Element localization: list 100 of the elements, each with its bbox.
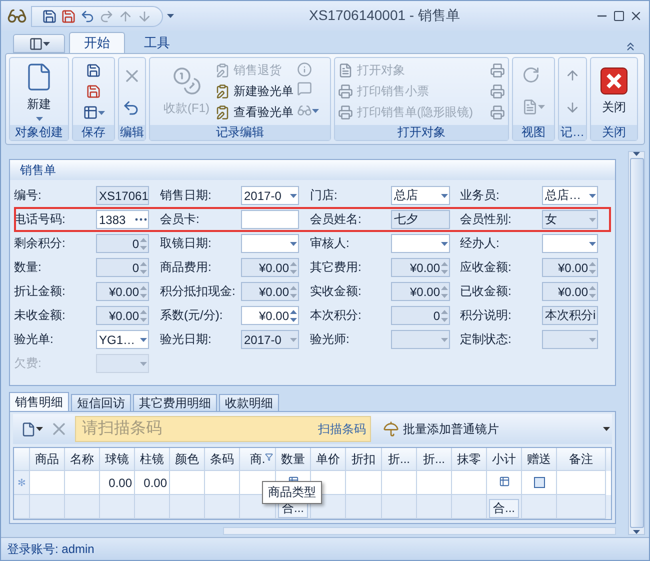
input-field[interactable]: ¥0.00	[542, 282, 598, 301]
ribbon-tab[interactable]: 开始	[69, 32, 125, 53]
caret-icon	[312, 108, 318, 112]
scan-label[interactable]: 扫描条码	[318, 420, 366, 438]
input-field[interactable]: 本次积分i	[542, 306, 598, 325]
document-icon	[21, 422, 36, 437]
dropdown-field[interactable]: 2017-0	[241, 330, 299, 349]
footer-cell	[65, 495, 100, 520]
caret-icon	[42, 42, 50, 46]
field-label: 验光师:	[310, 331, 350, 348]
scan-input[interactable]: 请扫描条码	[80, 419, 318, 440]
spin-icon[interactable]	[140, 236, 147, 250]
input-field[interactable]: ¥0.00	[391, 282, 450, 301]
field-label: 会员卡:	[160, 211, 200, 228]
input-field[interactable]: 七夕	[391, 210, 450, 229]
document-icon	[338, 63, 353, 78]
document-icon	[522, 98, 538, 114]
tab[interactable]: 收款明细	[219, 394, 279, 412]
spin-icon[interactable]	[140, 308, 147, 322]
field-label: 应收金额:	[460, 259, 512, 276]
spin-icon[interactable]	[290, 308, 297, 322]
input-field[interactable]: ¥0.00	[241, 282, 299, 301]
maximize-icon	[613, 10, 625, 22]
spin-icon[interactable]	[589, 284, 596, 298]
printer-icon	[490, 84, 505, 99]
input-field[interactable]: ¥0.00	[542, 258, 598, 277]
input-field[interactable]: 0	[391, 306, 450, 325]
spin-icon[interactable]	[441, 284, 448, 298]
input-field[interactable]: ¥0.00	[96, 306, 149, 325]
tab[interactable]: 其它费用明细	[133, 394, 217, 412]
field-label: 未收金额:	[14, 307, 66, 324]
batch-add-button[interactable]: 批量添加普通镜片	[377, 420, 505, 439]
summary-cell[interactable]: 合...	[489, 499, 520, 518]
tooltip: 商品类型	[262, 481, 322, 504]
menu-button[interactable]	[13, 34, 65, 53]
ribbon-button[interactable]: 查看验光单	[214, 102, 294, 123]
down-icon	[137, 8, 152, 24]
input-field[interactable]: ¥0.00	[96, 282, 149, 301]
field-label: 欠费:	[14, 355, 42, 372]
input-field[interactable]: 0	[96, 258, 149, 277]
input-field[interactable]: 0	[96, 234, 149, 253]
spin-icon[interactable]	[290, 260, 297, 274]
dropdown-field[interactable]: 2017-0	[241, 186, 299, 205]
printer-icon	[490, 105, 505, 120]
input-field[interactable]: ¥0.00	[241, 258, 299, 277]
new-button[interactable]: 新建	[22, 60, 56, 123]
caret-icon	[441, 338, 448, 342]
dropdown-field[interactable]	[542, 234, 598, 253]
scan-field[interactable]: 请扫描条码 扫描条码	[75, 416, 371, 442]
caret-icon	[36, 427, 43, 432]
field-label: 本次积分:	[310, 307, 362, 324]
dropdown-field[interactable]	[391, 234, 450, 253]
spin-icon[interactable]	[140, 284, 147, 298]
tab[interactable]: 短信回访	[71, 394, 131, 412]
window-title: XS1706140001 - 销售单	[308, 7, 461, 25]
scrollbar[interactable]	[628, 151, 645, 535]
footer-cell	[346, 495, 382, 520]
field-label: 折让金额:	[14, 283, 66, 300]
group-title: 对象创建	[10, 125, 68, 140]
dropdown-field[interactable]: 总店	[391, 186, 450, 205]
new-row-marker: ✻	[18, 476, 26, 489]
footer-cell	[557, 495, 606, 520]
info-icon	[296, 62, 312, 77]
dropdown-field[interactable]: YG1…	[96, 330, 149, 349]
spin-icon[interactable]	[441, 308, 448, 322]
field-label: 门店:	[310, 187, 338, 204]
ellipsis-icon[interactable]	[135, 218, 147, 221]
ribbon-tab[interactable]: 工具	[129, 32, 185, 53]
spin-icon[interactable]	[290, 284, 297, 298]
field-label: 已收金额:	[460, 283, 512, 300]
caret-icon	[290, 338, 297, 342]
input-field[interactable]: ¥0.00	[391, 258, 450, 277]
save-icon	[61, 8, 76, 24]
caret-icon	[140, 338, 147, 342]
horizontal-scrollbar[interactable]	[223, 527, 616, 535]
tab[interactable]: 销售明细	[9, 392, 69, 412]
caret-icon	[290, 194, 297, 198]
caret-icon	[140, 362, 147, 366]
spin-icon[interactable]	[140, 260, 147, 274]
spin-icon[interactable]	[589, 260, 596, 274]
field-label: 验光单:	[14, 331, 54, 348]
field-label: 业务员:	[460, 187, 500, 204]
field-label: 剩余积分:	[14, 235, 66, 252]
field-label: 编号:	[14, 187, 42, 204]
dropdown-field[interactable]: 女	[542, 210, 598, 229]
input-field[interactable]: XS17061	[96, 186, 149, 205]
checkbox[interactable]	[534, 477, 544, 488]
dropdown-field[interactable]	[542, 330, 598, 349]
spin-icon[interactable]	[441, 260, 448, 274]
close-button[interactable]: 关闭	[598, 60, 630, 123]
input-field[interactable]: ¥0.00	[241, 306, 299, 325]
dropdown-field[interactable]: 总店…	[542, 186, 598, 205]
ribbon-button[interactable]: 新建验光单	[214, 81, 294, 102]
input-field[interactable]	[241, 210, 299, 229]
dropdown-field[interactable]	[241, 234, 299, 253]
dropdown-field[interactable]	[391, 330, 450, 349]
group-title: 视图	[513, 125, 554, 140]
footer-cell	[205, 495, 240, 520]
panel-title: 销售单	[10, 160, 615, 180]
input-field[interactable]: 1383	[96, 210, 149, 229]
